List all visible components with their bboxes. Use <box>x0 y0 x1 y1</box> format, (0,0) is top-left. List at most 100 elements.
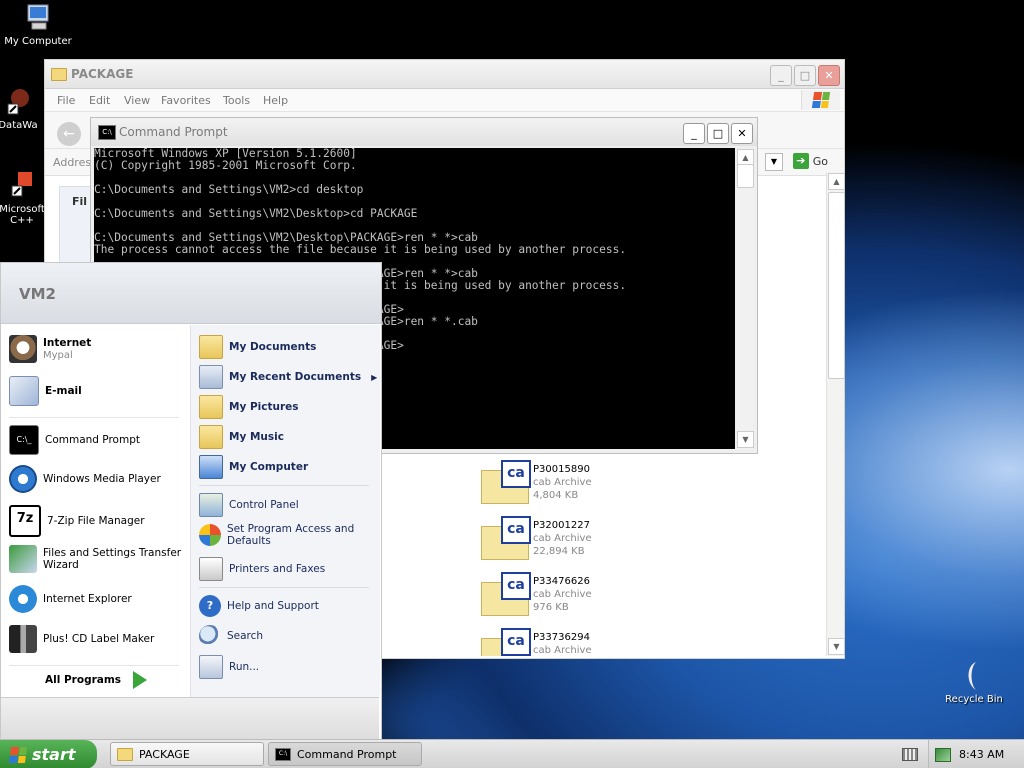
all-programs-button[interactable]: All Programs <box>45 671 148 689</box>
start-menu-footer <box>1 697 379 741</box>
internet-explorer-icon <box>9 585 37 613</box>
desktop-icon-recycle-bin[interactable]: Recycle Bin <box>936 660 1012 705</box>
item-title: My Pictures <box>229 401 299 413</box>
start-item-windows-media-player[interactable]: Windows Media Player <box>9 465 161 493</box>
scroll-thumb[interactable] <box>828 192 845 379</box>
item-title: My Computer <box>229 461 309 473</box>
media-player-icon <box>9 465 37 493</box>
item-title: Set Program Access and Defaults <box>227 523 355 547</box>
maximize-button[interactable]: □ <box>794 65 816 86</box>
start-item-run[interactable]: Run... <box>199 655 259 679</box>
cmd-titlebar[interactable]: C:\ Command Prompt _ □ ✕ <box>91 118 757 146</box>
start-item-my-computer[interactable]: My Computer <box>199 455 308 479</box>
search-icon <box>199 625 221 647</box>
item-subtitle: Mypal <box>43 349 73 361</box>
start-item-internet[interactable]: Internet Mypal <box>9 335 91 363</box>
item-title: Internet Explorer <box>43 593 132 605</box>
start-item-my-recent-documents[interactable]: My Recent Documents ▶ <box>199 365 377 389</box>
minimize-button[interactable]: _ <box>770 65 792 86</box>
user-name: VM2 <box>19 285 56 303</box>
address-label: Addres <box>53 156 92 169</box>
command-prompt-icon: C:\ <box>275 747 291 761</box>
cab-archive-icon: ca <box>481 628 531 656</box>
desktop-icon-datawa[interactable]: DataWa <box>0 86 48 131</box>
explorer-menubar: File Edit View Favorites Tools Help <box>45 89 844 112</box>
file-name: P32001227 <box>533 520 590 531</box>
menu-file[interactable]: File <box>57 94 75 107</box>
file-item[interactable]: ca P33736294 cab Archive <box>481 628 721 656</box>
item-title: Windows Media Player <box>43 473 161 485</box>
file-size: 4,804 KB <box>533 490 579 501</box>
menu-edit[interactable]: Edit <box>89 94 110 107</box>
recent-documents-icon <box>199 365 223 389</box>
item-title: Help and Support <box>227 600 319 612</box>
7zip-icon: 7z <box>9 505 41 537</box>
printer-icon <box>199 557 223 581</box>
scroll-up-button[interactable]: ▲ <box>828 173 845 190</box>
scroll-down-button[interactable]: ▼ <box>737 431 754 448</box>
back-button[interactable]: ← <box>57 122 81 146</box>
item-title: E-mail <box>45 385 82 397</box>
start-item-my-documents[interactable]: My Documents <box>199 335 316 359</box>
start-item-printers-faxes[interactable]: Printers and Faxes <box>199 557 325 581</box>
file-item[interactable]: ca P32001227 cab Archive 22,894 KB <box>481 516 721 566</box>
file-item[interactable]: ca P30015890 cab Archive 4,804 KB <box>481 460 721 510</box>
file-type: cab Archive <box>533 645 592 656</box>
keyboard-icon[interactable] <box>902 748 918 761</box>
folder-icon <box>117 747 133 761</box>
desktop-icon-my-computer[interactable]: My Computer <box>0 2 76 47</box>
menu-view[interactable]: View <box>124 94 150 107</box>
folder-icon <box>51 68 67 81</box>
scroll-down-button[interactable]: ▼ <box>828 638 845 655</box>
start-item-cd-label-maker[interactable]: Plus! CD Label Maker <box>9 625 154 653</box>
item-title: Files and Settings Transfer Wizard <box>43 547 182 571</box>
network-icon[interactable] <box>935 747 951 762</box>
minimize-button[interactable]: _ <box>683 123 705 144</box>
datawa-icon <box>7 89 29 115</box>
menu-help[interactable]: Help <box>263 94 288 107</box>
maximize-button[interactable]: □ <box>707 123 729 144</box>
file-name: P33476626 <box>533 576 590 587</box>
desktop-icon-label: DataWa <box>0 120 38 131</box>
go-button[interactable]: ➔ Go <box>792 153 828 169</box>
chevron-right-icon: ▶ <box>371 372 378 382</box>
separator <box>9 417 179 418</box>
start-item-search[interactable]: Search <box>199 625 263 647</box>
file-item[interactable]: ca P33476626 cab Archive 976 KB <box>481 572 721 622</box>
arrow-right-icon <box>133 671 148 689</box>
address-dropdown-button[interactable]: ▼ <box>765 153 783 171</box>
start-item-program-access[interactable]: Set Program Access and Defaults <box>199 523 357 547</box>
explorer-titlebar[interactable]: PACKAGE _ □ ✕ <box>45 60 844 89</box>
start-item-control-panel[interactable]: Control Panel <box>199 493 299 517</box>
start-item-email[interactable]: E-mail <box>9 376 82 406</box>
close-button[interactable]: ✕ <box>731 123 753 144</box>
taskbar-button-package[interactable]: PACKAGE <box>110 742 264 766</box>
cmd-title: Command Prompt <box>119 125 228 139</box>
menu-favorites[interactable]: Favorites <box>161 94 211 107</box>
start-item-internet-explorer[interactable]: Internet Explorer <box>9 585 132 613</box>
file-name: P30015890 <box>533 464 590 475</box>
start-item-transfer-wizard[interactable]: Files and Settings Transfer Wizard <box>9 545 183 573</box>
start-item-help-support[interactable]: ? Help and Support <box>199 595 319 617</box>
internet-icon <box>9 335 37 363</box>
start-menu-right-pane: My Documents My Recent Documents ▶ My Pi… <box>190 325 380 697</box>
scroll-thumb[interactable] <box>737 164 754 188</box>
run-icon <box>199 655 223 679</box>
start-item-command-prompt[interactable]: C:\_ Command Prompt <box>9 425 140 455</box>
recycle-bin-icon <box>968 662 976 690</box>
command-prompt-icon: C:\ <box>98 125 116 140</box>
menu-tools[interactable]: Tools <box>223 94 250 107</box>
close-button[interactable]: ✕ <box>818 65 840 86</box>
start-item-7zip[interactable]: 7z 7-Zip File Manager <box>9 505 145 537</box>
taskbar-button-command-prompt[interactable]: C:\ Command Prompt <box>268 742 422 766</box>
start-button[interactable]: start <box>0 740 97 768</box>
explorer-scrollbar[interactable]: ▲ ▼ <box>826 172 845 656</box>
folder-documents-icon <box>199 335 223 359</box>
start-item-my-music[interactable]: My Music <box>199 425 284 449</box>
start-item-my-pictures[interactable]: My Pictures <box>199 395 299 419</box>
desktop-icon-label: Recycle Bin <box>945 694 1003 705</box>
start-menu-header: VM2 <box>1 263 381 324</box>
item-title: My Music <box>229 431 284 443</box>
clock[interactable]: 8:43 AM <box>959 748 1004 761</box>
cmd-scrollbar[interactable]: ▲ ▼ <box>736 148 754 449</box>
